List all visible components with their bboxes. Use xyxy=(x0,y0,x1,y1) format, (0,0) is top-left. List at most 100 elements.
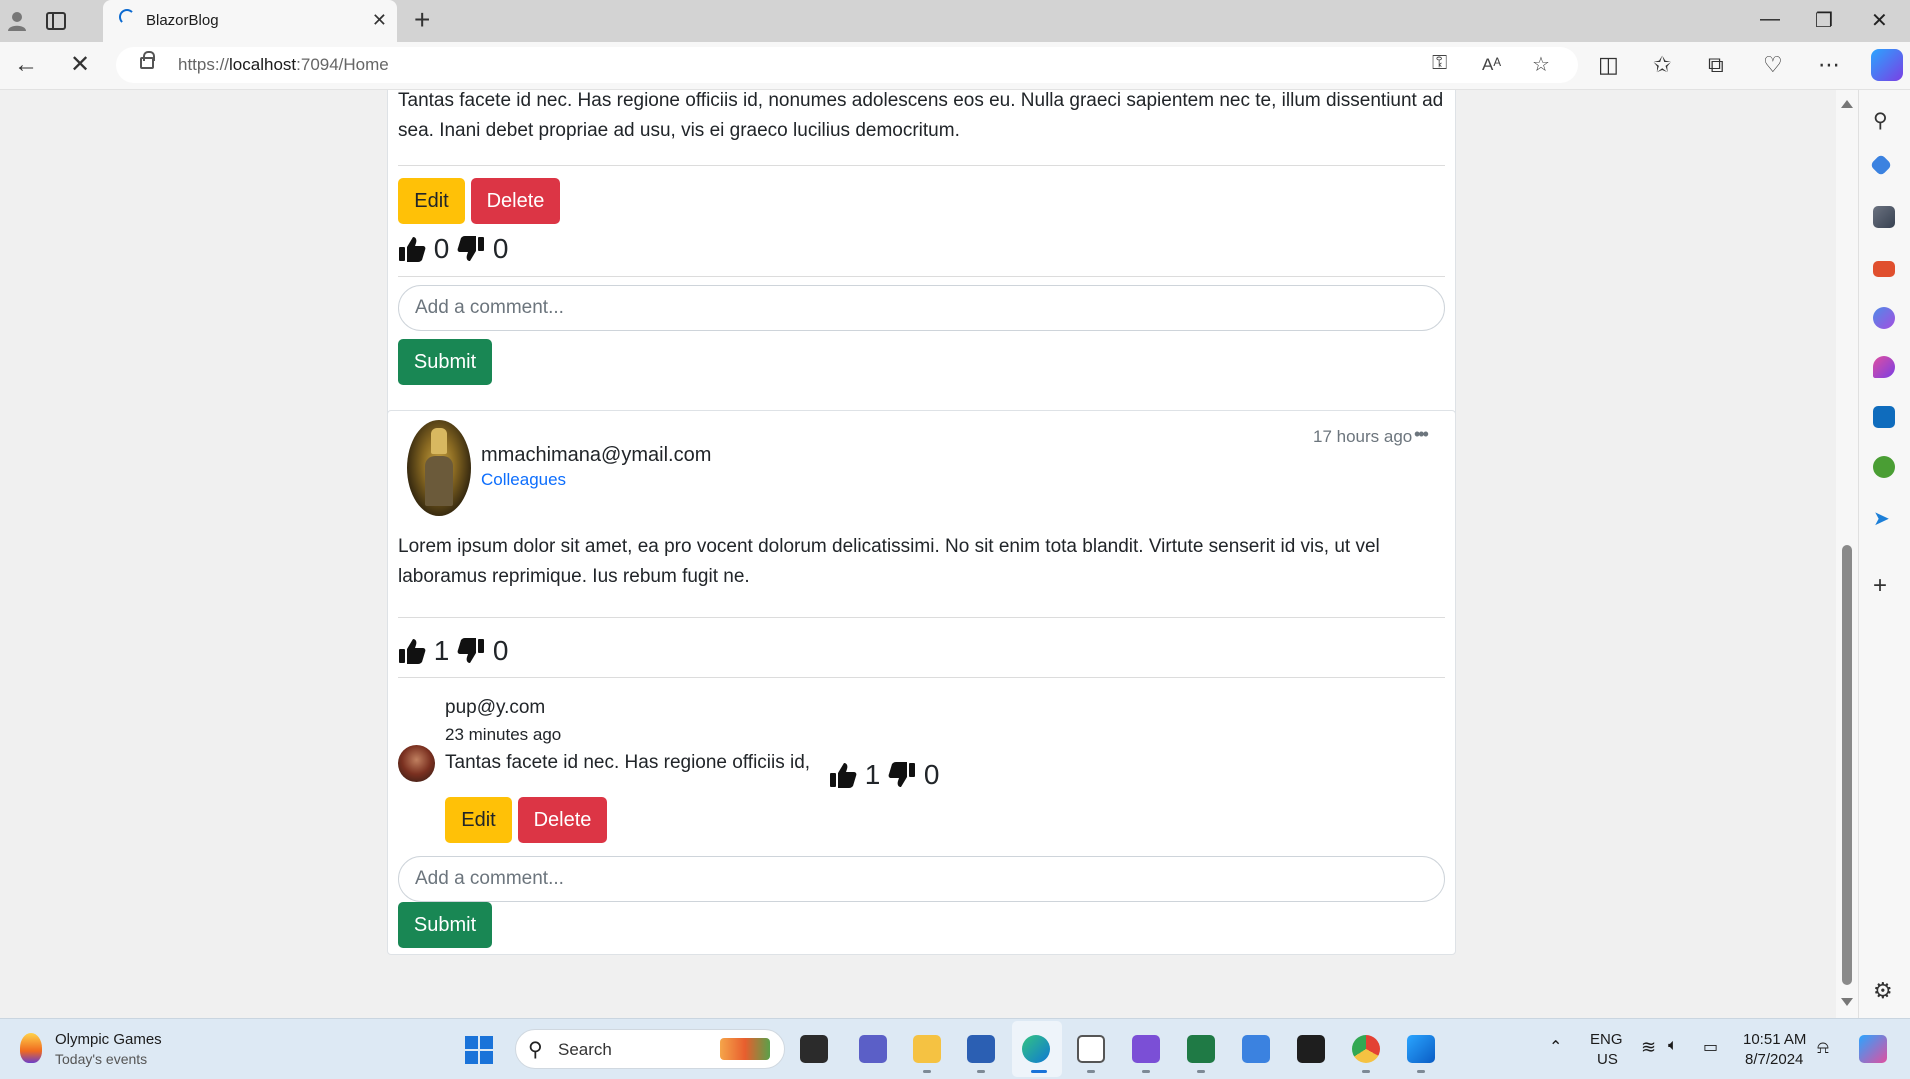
post-menu-icon[interactable]: ••• xyxy=(1414,424,1429,445)
word-icon[interactable] xyxy=(967,1035,995,1063)
edit-post-button[interactable]: Edit xyxy=(398,178,465,224)
copilot-taskbar-icon[interactable] xyxy=(1859,1035,1887,1063)
address-bar[interactable]: https://localhost:7094/Home ⚿ Aᴬ ☆ xyxy=(116,47,1578,83)
edit-comment-button[interactable]: Edit xyxy=(445,797,512,843)
thumbs-down-icon[interactable] xyxy=(888,761,916,789)
comment-author[interactable]: pup@y.com xyxy=(445,697,545,719)
pycharm-icon[interactable] xyxy=(1077,1035,1105,1063)
battery-icon[interactable]: ▭ xyxy=(1703,1037,1718,1057)
collections-icon[interactable]: ⧉ xyxy=(1708,52,1724,78)
language-code[interactable]: ENG xyxy=(1590,1031,1623,1048)
thumbs-down-icon[interactable] xyxy=(457,235,485,263)
add-sidebar-app-icon[interactable]: + xyxy=(1873,574,1895,598)
thumbs-up-icon[interactable] xyxy=(398,235,426,263)
file-explorer-icon[interactable] xyxy=(913,1035,941,1063)
copilot-icon[interactable] xyxy=(1871,49,1903,81)
tools-briefcase-icon[interactable] xyxy=(1873,261,1895,277)
favorite-star-icon[interactable]: ☆ xyxy=(1532,52,1550,77)
submit-comment-button[interactable]: Submit xyxy=(398,339,492,385)
profile-icon[interactable] xyxy=(6,10,28,32)
chrome-icon[interactable] xyxy=(1352,1035,1380,1063)
page-scrollbar[interactable] xyxy=(1836,90,1858,1018)
minimize-icon[interactable]: — xyxy=(1760,8,1780,31)
commenter-avatar[interactable] xyxy=(398,745,435,782)
drop-icon[interactable] xyxy=(1873,456,1895,478)
clock-time[interactable]: 10:51 AM xyxy=(1743,1031,1806,1048)
microsoft365-icon[interactable] xyxy=(1873,307,1895,329)
shopping-tag-icon[interactable] xyxy=(1869,153,1893,177)
task-view-icon[interactable] xyxy=(800,1035,828,1063)
loading-spinner-icon xyxy=(119,9,135,25)
language-region[interactable]: US xyxy=(1597,1051,1618,1068)
delete-comment-button[interactable]: Delete xyxy=(518,797,607,843)
comment-reactions: 1 0 xyxy=(829,755,940,791)
running-indicator xyxy=(1142,1070,1150,1073)
like-count: 1 xyxy=(433,634,450,666)
tab-actions-icon[interactable] xyxy=(45,10,67,32)
lock-icon[interactable] xyxy=(140,51,155,69)
sidebar-search-icon[interactable]: ⚲ xyxy=(1873,108,1895,132)
show-hidden-icons[interactable]: ⌃ xyxy=(1549,1037,1562,1057)
restore-icon[interactable]: ❐ xyxy=(1815,8,1833,33)
delete-post-button[interactable]: Delete xyxy=(471,178,560,224)
post-card: mmachimana@ymail.com Colleagues 17 hours… xyxy=(387,410,1456,955)
sidebar-settings-icon[interactable]: ⚙ xyxy=(1873,980,1895,1002)
dislike-count: 0 xyxy=(923,758,940,790)
search-highlight-icon xyxy=(720,1038,770,1060)
tab-close-icon[interactable]: ✕ xyxy=(372,10,387,31)
scroll-up-arrow-icon[interactable] xyxy=(1841,100,1853,108)
read-aloud-icon[interactable]: Aᴬ xyxy=(1482,55,1501,75)
scrollbar-thumb[interactable] xyxy=(1842,545,1852,985)
search-label: Search xyxy=(558,1040,612,1059)
outlook-icon[interactable] xyxy=(1873,406,1895,428)
close-window-icon[interactable]: ✕ xyxy=(1871,8,1888,33)
stop-loading-icon[interactable]: ✕ xyxy=(70,52,90,78)
notification-bell-icon[interactable]: ⍾ xyxy=(1817,1037,1829,1058)
author-avatar[interactable] xyxy=(407,420,471,516)
more-options-icon[interactable]: ⋯ xyxy=(1818,52,1840,78)
thumbs-down-icon[interactable] xyxy=(457,637,485,665)
comment-text: Tantas facete id nec. Has regione offici… xyxy=(445,752,811,773)
send-icon[interactable]: ➤ xyxy=(1873,506,1895,530)
dislike-count: 0 xyxy=(492,634,509,666)
excel-icon[interactable] xyxy=(1187,1035,1215,1063)
divider xyxy=(398,617,1445,618)
post-author[interactable]: mmachimana@ymail.com xyxy=(481,444,711,467)
news-widget-icon[interactable] xyxy=(20,1033,42,1063)
news-widget-subtitle[interactable]: Today's events xyxy=(55,1051,147,1067)
taskbar-search[interactable]: ⚲ Search xyxy=(515,1029,785,1069)
volume-icon[interactable]: 🔈︎ xyxy=(1668,1037,1678,1055)
wifi-icon[interactable]: ≋ xyxy=(1641,1037,1656,1058)
comment-input[interactable] xyxy=(398,285,1445,331)
thumbs-up-icon[interactable] xyxy=(398,637,426,665)
teams-icon[interactable] xyxy=(859,1035,887,1063)
post-time: 17 hours ago xyxy=(1313,427,1413,446)
active-indicator xyxy=(1031,1070,1047,1073)
post-audience-link[interactable]: Colleagues xyxy=(481,470,566,490)
news-widget-title[interactable]: Olympic Games xyxy=(55,1031,162,1048)
terminal-icon[interactable] xyxy=(1297,1035,1325,1063)
designer-icon[interactable] xyxy=(1873,356,1895,378)
games-icon[interactable] xyxy=(1873,206,1895,228)
comment-input[interactable] xyxy=(398,856,1445,902)
password-key-icon[interactable]: ⚿ xyxy=(1432,52,1447,75)
favorites-icon[interactable]: ✩ xyxy=(1653,52,1671,78)
submit-comment-button[interactable]: Submit xyxy=(398,902,492,948)
split-screen-icon[interactable]: ◫ xyxy=(1598,52,1619,78)
clock-date[interactable]: 8/7/2024 xyxy=(1745,1051,1803,1068)
url-text[interactable]: https://localhost:7094/Home xyxy=(178,55,389,75)
tab-blazorblog[interactable]: BlazorBlog ✕ xyxy=(103,0,397,42)
post-content: Lorem ipsum dolor sit amet, ea pro vocen… xyxy=(398,536,1380,587)
back-icon[interactable]: ← xyxy=(14,52,38,78)
notepad-icon[interactable] xyxy=(1242,1035,1270,1063)
photos-icon[interactable] xyxy=(1407,1035,1435,1063)
visual-studio-icon[interactable] xyxy=(1132,1035,1160,1063)
scroll-down-arrow-icon[interactable] xyxy=(1841,998,1853,1006)
browser-essentials-icon[interactable]: ♡ xyxy=(1763,52,1783,78)
running-indicator xyxy=(923,1070,931,1073)
windows-start-icon[interactable] xyxy=(465,1036,493,1064)
edge-icon[interactable] xyxy=(1022,1035,1050,1063)
post-reactions: 1 0 xyxy=(398,631,509,667)
thumbs-up-icon[interactable] xyxy=(829,761,857,789)
new-tab-icon[interactable]: + xyxy=(414,6,430,34)
